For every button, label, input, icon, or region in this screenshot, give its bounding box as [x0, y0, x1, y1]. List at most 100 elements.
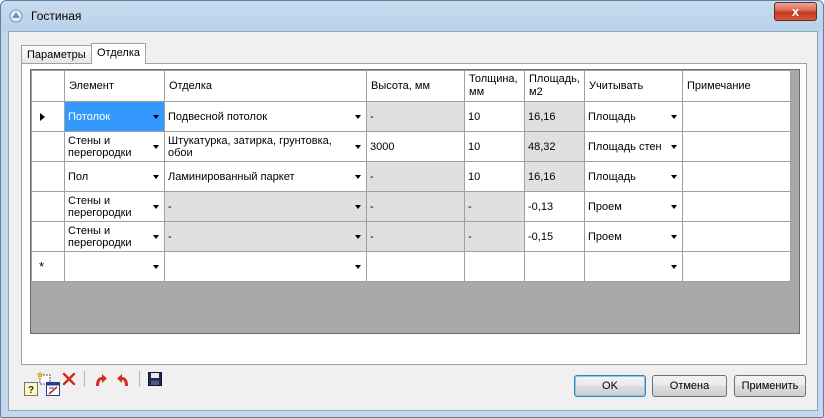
chevron-down-icon[interactable]	[355, 264, 361, 269]
cell-element[interactable]: Стены и перегородки	[64, 131, 165, 162]
chevron-down-icon[interactable]	[153, 204, 159, 209]
save-icon	[148, 372, 162, 386]
chevron-down-icon[interactable]	[153, 264, 159, 269]
cell-finish[interactable]: -	[164, 221, 367, 252]
help-icon[interactable]: ?	[23, 381, 39, 397]
chevron-down-icon[interactable]	[671, 234, 677, 239]
drawing-icon[interactable]	[45, 381, 61, 397]
cell-area[interactable]: 16,16	[524, 161, 585, 192]
cell-element[interactable]: Стены и перегородки	[64, 221, 165, 252]
cell-thickness[interactable]: 10	[464, 131, 525, 162]
cell-height[interactable]	[366, 251, 465, 282]
move-up-button[interactable]	[91, 370, 109, 388]
cell-height[interactable]: -	[366, 191, 465, 222]
cell-element[interactable]: Пол	[64, 161, 165, 192]
tab-finishing[interactable]: Отделка	[91, 43, 146, 64]
close-button[interactable]: x	[774, 2, 817, 21]
col-header-finish[interactable]: Отделка	[164, 70, 367, 102]
cell-element[interactable]: Потолок	[64, 101, 165, 132]
row-header[interactable]	[31, 161, 65, 192]
table-row[interactable]: Стены и перегородки - - - -0,13 Проем	[31, 191, 791, 222]
cell-height[interactable]: -	[366, 161, 465, 192]
cell-thickness[interactable]: 10	[464, 101, 525, 132]
chevron-down-icon[interactable]	[671, 174, 677, 179]
cell-element[interactable]: Стены и перегородки	[64, 191, 165, 222]
cell-note[interactable]	[682, 251, 791, 282]
cell-height[interactable]: 3000	[366, 131, 465, 162]
chevron-down-icon[interactable]	[355, 234, 361, 239]
title-bar[interactable]: Гостиная x	[1, 1, 823, 31]
chevron-down-icon[interactable]	[153, 114, 159, 119]
cell-area[interactable]: 16,16	[524, 101, 585, 132]
cell-height[interactable]: -	[366, 221, 465, 252]
cell-finish[interactable]: Подвесной потолок	[164, 101, 367, 132]
chevron-down-icon[interactable]	[153, 144, 159, 149]
toolbar-separator	[84, 371, 85, 387]
svg-text:?: ?	[28, 385, 34, 396]
cell-area[interactable]	[524, 251, 585, 282]
chevron-down-icon[interactable]	[671, 144, 677, 149]
cell-thickness[interactable]: -	[464, 191, 525, 222]
table-row[interactable]: Пол Ламинированный паркет - 10 16,16 Пло…	[31, 161, 791, 192]
cell-element[interactable]	[64, 251, 165, 282]
cell-height[interactable]: -	[366, 101, 465, 132]
cell-consider[interactable]: Проем	[584, 191, 683, 222]
cell-note[interactable]	[682, 191, 791, 222]
window-title: Гостиная	[31, 9, 82, 23]
col-header-area[interactable]: Площадь, м2	[524, 70, 585, 102]
chevron-down-icon[interactable]	[355, 204, 361, 209]
delete-row-button[interactable]	[60, 370, 78, 388]
chevron-down-icon[interactable]	[153, 174, 159, 179]
cell-consider[interactable]: Площадь стен	[584, 131, 683, 162]
col-header-element[interactable]: Элемент	[64, 70, 165, 102]
cell-note[interactable]	[682, 161, 791, 192]
col-header-note[interactable]: Примечание	[682, 70, 791, 102]
chevron-down-icon[interactable]	[355, 174, 361, 179]
apply-button[interactable]: Применить	[734, 375, 806, 397]
cell-consider[interactable]: Площадь	[584, 161, 683, 192]
chevron-down-icon[interactable]	[355, 114, 361, 119]
tab-parameters[interactable]: Параметры	[21, 45, 92, 63]
row-header[interactable]	[31, 191, 65, 222]
cell-note[interactable]	[682, 101, 791, 132]
cell-consider[interactable]: Площадь	[584, 101, 683, 132]
cell-note[interactable]	[682, 221, 791, 252]
move-down-button[interactable]	[115, 370, 133, 388]
cell-element-text: Стены и перегородки	[68, 224, 132, 249]
new-table-row[interactable]: *	[31, 251, 791, 282]
chevron-down-icon[interactable]	[671, 114, 677, 119]
cell-finish[interactable]: -	[164, 191, 367, 222]
cell-area[interactable]: 48,32	[524, 131, 585, 162]
cell-consider[interactable]	[584, 251, 683, 282]
cell-note[interactable]	[682, 131, 791, 162]
cell-thickness[interactable]: 10	[464, 161, 525, 192]
chevron-down-icon[interactable]	[355, 144, 361, 149]
cell-finish[interactable]	[164, 251, 367, 282]
row-header[interactable]	[31, 131, 65, 162]
chevron-down-icon[interactable]	[671, 204, 677, 209]
cell-thickness[interactable]	[464, 251, 525, 282]
table-row[interactable]: Стены и перегородки - - - -0,15 Проем	[31, 221, 791, 252]
cell-area[interactable]: -0,15	[524, 221, 585, 252]
table-row[interactable]: Стены и перегородки Штукатурка, затирка,…	[31, 131, 791, 162]
ok-button[interactable]: OK	[574, 375, 646, 397]
table-row[interactable]: Потолок Подвесной потолок - 10 16,16 Пло…	[31, 101, 791, 132]
new-row-marker: *	[39, 259, 45, 274]
row-header-new[interactable]: *	[31, 251, 65, 282]
col-header-thickness[interactable]: Толщина, мм	[464, 70, 525, 102]
col-header-thickness-label: Толщина, мм	[469, 73, 518, 98]
cancel-button[interactable]: Отмена	[652, 375, 727, 397]
col-header-consider[interactable]: Учитывать	[584, 70, 683, 102]
move-up-icon	[96, 374, 107, 386]
cell-finish[interactable]: Ламинированный паркет	[164, 161, 367, 192]
chevron-down-icon[interactable]	[671, 264, 677, 269]
row-header[interactable]	[31, 221, 65, 252]
cell-finish[interactable]: Штукатурка, затирка, грунтовка, обои	[164, 131, 367, 162]
chevron-down-icon[interactable]	[153, 234, 159, 239]
col-header-height[interactable]: Высота, мм	[366, 70, 465, 102]
cell-thickness[interactable]: -	[464, 221, 525, 252]
row-header-current[interactable]	[31, 101, 65, 132]
cell-area[interactable]: -0,13	[524, 191, 585, 222]
cell-consider[interactable]: Проем	[584, 221, 683, 252]
save-button[interactable]	[146, 370, 164, 388]
